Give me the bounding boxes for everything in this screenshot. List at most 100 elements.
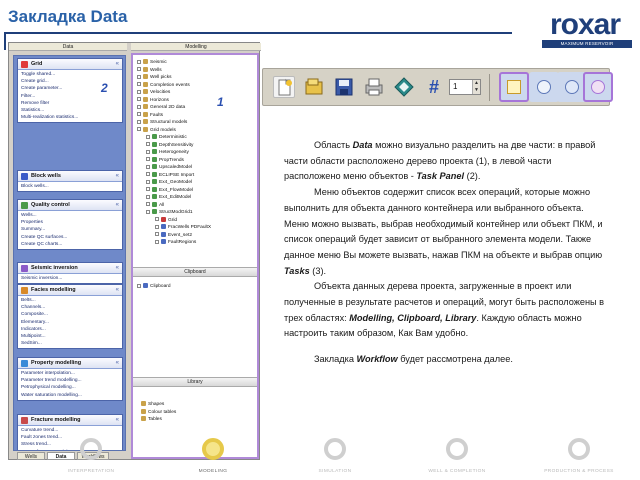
checkbox[interactable] [137, 283, 141, 288]
collapse-chevron-icon[interactable]: « [116, 200, 119, 210]
tree-item[interactable]: Completion events [137, 81, 190, 89]
task-operation[interactable]: Indicators... [21, 326, 120, 333]
realization-spinbox[interactable]: 1 ▲ ▼ [449, 79, 481, 95]
task-operation[interactable]: Create QC charts... [21, 241, 120, 248]
tree-item[interactable]: FaultRegions [155, 239, 196, 246]
task-operation[interactable]: Curvature trend... [21, 427, 120, 434]
checkbox[interactable] [137, 89, 141, 94]
checkbox[interactable] [155, 224, 159, 229]
checkbox[interactable] [146, 134, 150, 139]
checkbox[interactable] [137, 127, 141, 132]
task-operation[interactable]: Toggle shared... [21, 71, 120, 78]
clipboard-section-header[interactable]: Clipboard [133, 267, 257, 277]
tree-item[interactable]: Faults [137, 111, 163, 119]
library-item[interactable]: Colour tables [141, 408, 176, 416]
task-operation[interactable]: Multipoint... [21, 333, 120, 340]
task-operation[interactable]: Remove filter [21, 100, 120, 107]
tree-item[interactable]: Deterministic [146, 134, 187, 141]
checkbox[interactable] [137, 74, 141, 79]
task-operation[interactable]: Composite... [21, 311, 120, 318]
task-group-header[interactable]: Grid « [18, 59, 122, 70]
task-operation[interactable]: Block wells... [21, 183, 120, 190]
tree-item[interactable]: Event_set2 [155, 231, 192, 239]
task-group-header[interactable]: Block wells « [18, 171, 122, 182]
checkbox[interactable] [146, 194, 150, 199]
task-operation[interactable]: Channels... [21, 304, 120, 311]
tree-item[interactable]: ECLIPSE Import [146, 171, 194, 179]
checkbox[interactable] [155, 232, 159, 237]
checkbox[interactable] [146, 187, 150, 192]
task-operation[interactable]: Summary... [21, 226, 120, 233]
checkbox[interactable] [146, 149, 150, 154]
tree-item[interactable]: StructModGrid1 [146, 209, 193, 216]
checkbox[interactable] [137, 97, 141, 102]
task-operation[interactable]: Petrophysical modelling... [21, 384, 120, 391]
task-operation[interactable]: Parameter interpolation... [21, 370, 120, 377]
task-operation[interactable]: SedSim... [21, 340, 120, 347]
checkbox[interactable] [146, 164, 150, 169]
task-operation[interactable]: Statistics... [21, 107, 120, 114]
task-panel-button[interactable] [499, 72, 529, 102]
task-operation[interactable]: Wells... [21, 212, 120, 219]
tree-item[interactable]: Ex4_GeoModel [146, 179, 192, 186]
spinbox-arrows[interactable]: ▲ ▼ [472, 80, 480, 94]
task-operation[interactable]: Create QC surfaces... [21, 234, 120, 241]
tree-item[interactable]: UpscaledModel [146, 164, 192, 171]
tree-item[interactable]: Horizons [137, 96, 169, 104]
print-icon[interactable] [363, 76, 385, 98]
tree-item[interactable]: Grid [155, 216, 177, 224]
seismic-tool-icon[interactable] [393, 76, 415, 98]
task-operation[interactable]: Seismic inversion... [21, 275, 120, 282]
checkbox[interactable] [137, 67, 141, 72]
task-group-header[interactable]: Property modelling « [18, 358, 122, 369]
open-project-icon[interactable] [303, 76, 325, 98]
checkbox[interactable] [137, 104, 141, 109]
library-item[interactable]: Shapes [141, 401, 164, 408]
checkbox[interactable] [146, 157, 150, 162]
checkbox[interactable] [137, 59, 141, 64]
checkbox[interactable] [155, 217, 159, 222]
checkbox[interactable] [137, 82, 141, 87]
task-operation[interactable]: Elementary... [21, 319, 120, 326]
tree-item[interactable]: Well picks [137, 74, 172, 81]
tree-item[interactable]: Grid models [137, 126, 176, 134]
task-operation[interactable]: Multi-realization statistics... [21, 114, 120, 121]
tree-item[interactable]: Ex4_EditModel [146, 194, 191, 201]
checkbox[interactable] [146, 142, 150, 147]
checkbox[interactable] [146, 179, 150, 184]
tree-item[interactable]: General 2D data [137, 104, 185, 111]
tree-item[interactable]: Velocities [137, 89, 170, 96]
tree-item[interactable]: All [146, 201, 164, 209]
checkbox[interactable] [155, 239, 159, 244]
checkbox[interactable] [137, 112, 141, 117]
tree-item[interactable]: PropTrends [146, 156, 184, 164]
save-icon[interactable] [333, 76, 355, 98]
hash-icon[interactable]: # [423, 76, 445, 98]
tree-item[interactable]: Wells [137, 66, 162, 74]
workflow-panel-button[interactable] [583, 72, 613, 102]
collapse-chevron-icon[interactable]: « [116, 285, 119, 295]
collapse-chevron-icon[interactable]: « [116, 263, 119, 273]
collapse-chevron-icon[interactable]: « [116, 415, 119, 425]
tree-item[interactable]: Seismic [137, 59, 167, 66]
checkbox[interactable] [146, 209, 150, 214]
tree-item[interactable]: DepthSensitivity [146, 141, 193, 149]
task-operation[interactable]: Parameter trend modelling... [21, 377, 120, 384]
tree-item[interactable]: Structural models [137, 119, 187, 126]
checkbox[interactable] [137, 119, 141, 124]
data-panel-button[interactable] [529, 72, 559, 102]
checkbox[interactable] [146, 202, 150, 207]
tree-item[interactable]: FracWells PDFaultX [155, 224, 211, 231]
clipboard-item[interactable]: Clipboard [137, 283, 171, 290]
task-group-header[interactable]: Fracture modelling « [18, 415, 122, 426]
task-group-header[interactable]: Seismic inversion « [18, 263, 122, 274]
collapse-chevron-icon[interactable]: « [116, 358, 119, 368]
task-operation[interactable]: Belts... [21, 297, 120, 304]
library-item[interactable]: Tables [141, 416, 162, 423]
new-project-icon[interactable] [273, 76, 295, 98]
collapse-chevron-icon[interactable]: « [116, 171, 119, 181]
task-group-header[interactable]: Quality control « [18, 200, 122, 211]
tree-item[interactable]: Heterogeneity [146, 149, 189, 156]
tree-item[interactable]: Ex4_FlowModel [146, 186, 193, 194]
task-operation[interactable]: Water saturation modelling... [21, 392, 120, 399]
